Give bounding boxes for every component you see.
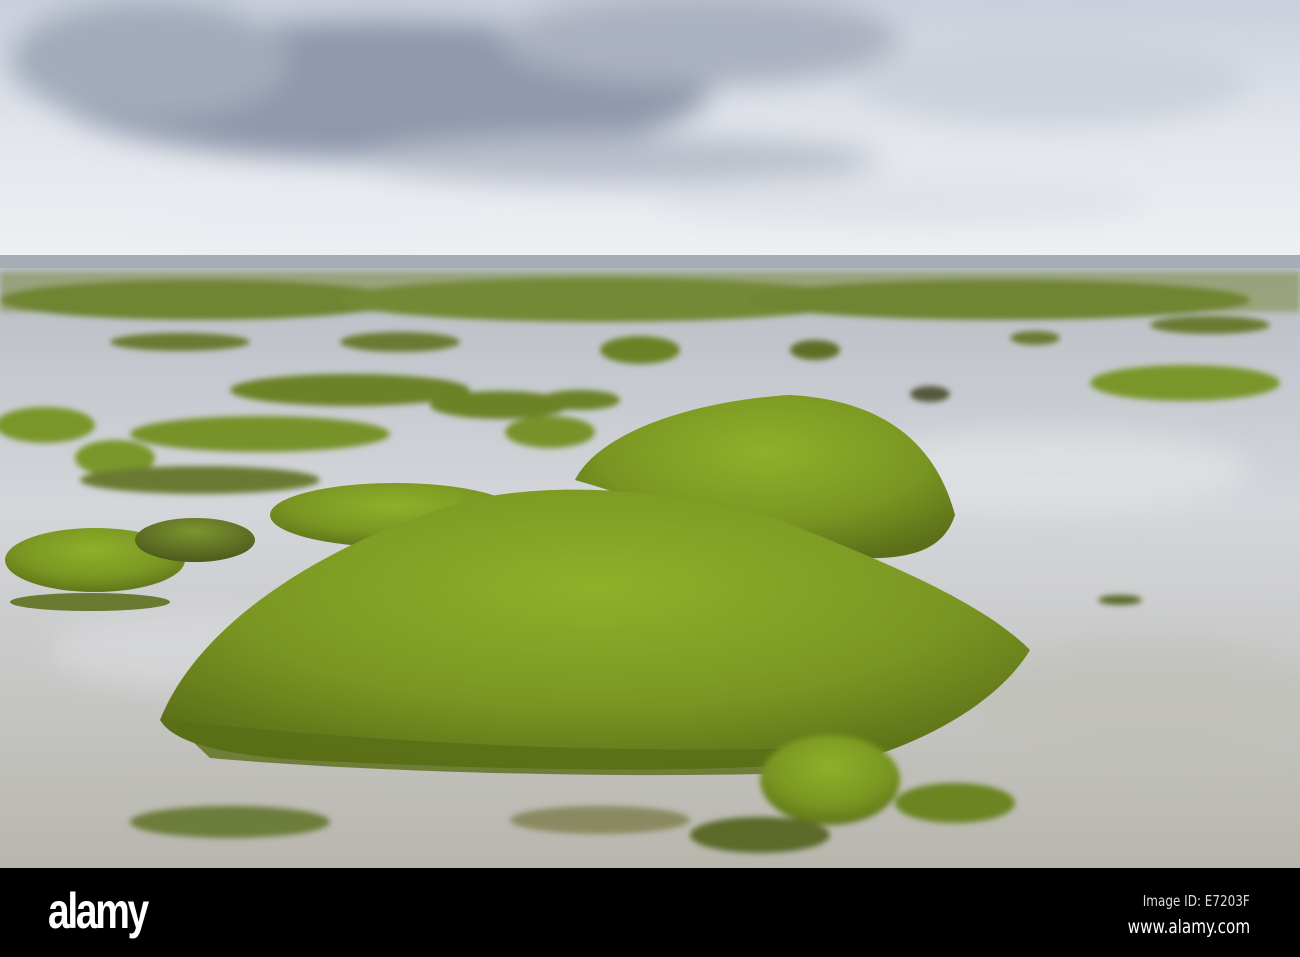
image-id: Image ID: E7203F xyxy=(1142,892,1250,910)
alamy-logo: alamy xyxy=(48,883,149,939)
photo-scene xyxy=(0,0,1300,868)
stock-photo-page: alamy Image ID: E7203F www.alamy.com xyxy=(0,0,1300,957)
sea-horizon xyxy=(0,255,1300,269)
watermark-bar: alamy Image ID: E7203F www.alamy.com xyxy=(0,868,1300,957)
website-link[interactable]: www.alamy.com xyxy=(1127,916,1250,938)
